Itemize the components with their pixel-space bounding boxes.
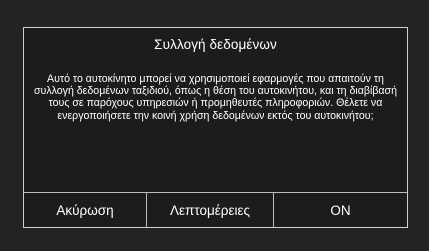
- dialog-button-row: Ακύρωση Λεπτομέρειες ON: [24, 192, 407, 227]
- data-collection-dialog: Συλλογή δεδομένων Αυτό το αυτοκίνητο μπο…: [23, 27, 408, 228]
- on-button[interactable]: ON: [273, 193, 407, 227]
- dialog-title: Συλλογή δεδομένων: [154, 37, 277, 52]
- dialog-message: Αυτό το αυτοκίνητο μπορεί να χρησιμοποιε…: [34, 73, 397, 122]
- screen: Συλλογή δεδομένων Αυτό το αυτοκίνητο μπο…: [0, 0, 429, 251]
- details-button[interactable]: Λεπτομέρειες: [146, 193, 273, 227]
- cancel-button[interactable]: Ακύρωση: [24, 193, 146, 227]
